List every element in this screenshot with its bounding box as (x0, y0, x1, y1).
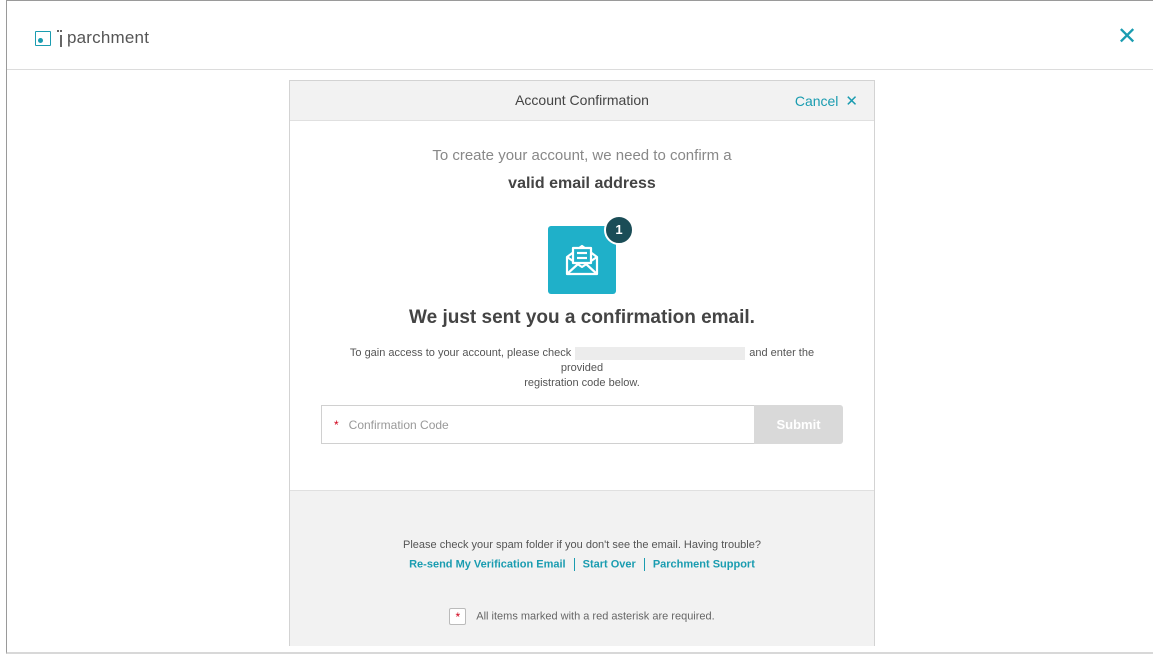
required-asterisk-icon: * (334, 417, 339, 432)
account-confirmation-modal: Account Confirmation Cancel ✕ To create … (289, 80, 875, 646)
logo-text: parchment (67, 28, 150, 47)
link-divider (573, 558, 575, 571)
modal-title: Account Confirmation (515, 92, 649, 108)
parchment-logo[interactable]: parchment (35, 28, 149, 48)
confirmation-code-row: * Submit (321, 405, 843, 444)
cancel-label: Cancel (794, 93, 839, 109)
spam-note: Please check your spam folder if you don… (403, 539, 761, 551)
instructions-line2: registration code below. (524, 377, 640, 389)
redacted-email (575, 346, 746, 360)
intro-emphasis: valid email address (508, 175, 656, 192)
start-over-link[interactable]: Start Over (583, 558, 636, 570)
modal-header: Account Confirmation Cancel ✕ (290, 81, 874, 121)
sent-heading: We just sent you a confirmation email. (409, 307, 755, 328)
top-bar: parchment ✕ (7, 1, 1153, 70)
close-icon[interactable]: ✕ (1117, 25, 1137, 49)
confirmation-code-input[interactable] (346, 416, 691, 433)
logo-i-icon (57, 29, 63, 47)
required-note: * All items marked with a red asterisk ar… (290, 608, 874, 625)
confirmation-code-field-wrapper: * (321, 405, 754, 444)
required-note-text: All items marked with a red asterisk are… (476, 610, 715, 623)
notification-badge: 1 (604, 215, 634, 245)
close-icon: ✕ (845, 93, 858, 110)
instructions-text: To gain access to your account, please c… (330, 346, 834, 391)
intro-text: To create your account, we need to confi… (432, 147, 732, 164)
parchment-support-link[interactable]: Parchment Support (653, 558, 755, 570)
required-asterisk-icon: * (449, 608, 467, 625)
instructions-before: To gain access to your account, please c… (349, 347, 572, 359)
logo-mark-icon (35, 30, 51, 46)
modal-footer: Please check your spam folder if you don… (290, 490, 874, 646)
link-divider (643, 558, 645, 571)
help-links: Re-send My Verification Email Start Over P… (290, 558, 874, 571)
cancel-button[interactable]: Cancel ✕ (795, 92, 858, 110)
submit-button[interactable]: Submit (754, 405, 843, 444)
resend-verification-link[interactable]: Re-send My Verification Email (409, 558, 566, 570)
